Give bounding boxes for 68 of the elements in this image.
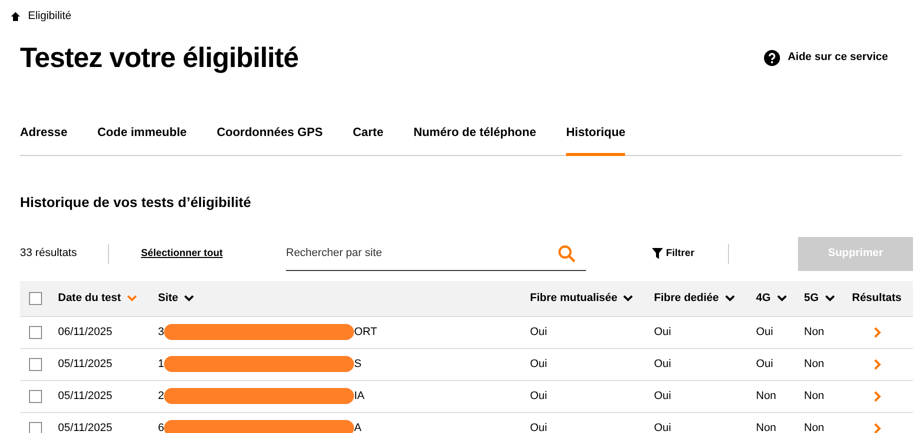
table-cell-text: 05/11/2025 bbox=[58, 388, 114, 404]
checkbox[interactable] bbox=[29, 390, 42, 402]
table-cell-text: 6 bbox=[158, 420, 164, 433]
tab[interactable]: Carte bbox=[352, 122, 384, 156]
search-icon[interactable] bbox=[558, 244, 576, 262]
table-cell-text: S bbox=[354, 356, 362, 372]
chevron-right-icon[interactable] bbox=[874, 358, 881, 370]
column-header[interactable]: 4G bbox=[756, 290, 804, 306]
table-cell-text: 06/11/2025 bbox=[58, 324, 114, 340]
chevron-right-icon[interactable] bbox=[874, 326, 881, 338]
table-cell-text: Oui bbox=[654, 420, 672, 433]
chevron-right-icon[interactable] bbox=[874, 422, 881, 433]
table-cell-text: Oui bbox=[530, 388, 548, 404]
table-cell-text: Oui bbox=[530, 420, 548, 433]
help-icon bbox=[764, 50, 780, 66]
home-icon[interactable] bbox=[11, 12, 20, 21]
checkbox[interactable] bbox=[29, 358, 42, 370]
checkbox[interactable] bbox=[29, 292, 42, 304]
tab[interactable]: Historique bbox=[566, 122, 626, 156]
caret-icon bbox=[824, 294, 835, 302]
table-cell-text: Oui bbox=[530, 356, 548, 372]
column-header[interactable]: 5G bbox=[804, 290, 852, 306]
section-title: Historique de vos tests d’éligibilité bbox=[20, 192, 252, 212]
table-cell-text: 2 bbox=[158, 388, 164, 404]
table-cell-text: 1 bbox=[158, 356, 164, 372]
table-cell-text: Oui bbox=[756, 324, 774, 340]
table-cell-text: Non bbox=[804, 356, 826, 372]
caret-icon bbox=[184, 294, 194, 302]
breadcrumb-link[interactable]: Eligibilité bbox=[28, 8, 72, 24]
column-header[interactable]: Fibre dediée bbox=[654, 290, 756, 306]
caret-icon bbox=[724, 294, 735, 302]
checkbox[interactable] bbox=[29, 326, 42, 338]
table-cell-text: Oui bbox=[654, 324, 672, 340]
table-cell-text: A bbox=[354, 420, 362, 433]
column-header: Résultats bbox=[852, 290, 903, 306]
table-cell-text: ORT bbox=[354, 324, 378, 340]
tab[interactable]: Numéro de téléphone bbox=[413, 122, 536, 156]
caret-icon bbox=[623, 294, 634, 302]
table-cell-text: Non bbox=[804, 388, 826, 404]
filter-button[interactable]: Filtrer bbox=[652, 246, 694, 261]
table-cell-text: Oui bbox=[654, 388, 672, 404]
column-header[interactable]: Date du test bbox=[58, 290, 158, 306]
filter-icon bbox=[652, 248, 663, 259]
table-cell-text: 3 bbox=[158, 324, 164, 340]
table-cell-text: Oui bbox=[756, 356, 774, 372]
table-cell-text: Non bbox=[804, 420, 826, 433]
table-cell-text: Oui bbox=[654, 356, 672, 372]
table-cell-text: Oui bbox=[530, 324, 548, 340]
chevron-right-icon[interactable] bbox=[874, 390, 881, 402]
tab[interactable]: Code immeuble bbox=[97, 122, 187, 156]
column-header[interactable]: Fibre mutualisée bbox=[530, 290, 654, 306]
table-cell-text: 05/11/2025 bbox=[58, 356, 114, 372]
tab[interactable]: Coordonnées GPS bbox=[216, 122, 323, 156]
select-all-link[interactable]: Sélectionner tout bbox=[141, 246, 286, 261]
checkbox[interactable] bbox=[29, 422, 42, 433]
column-header[interactable]: Site bbox=[158, 290, 530, 306]
caret-icon bbox=[776, 294, 787, 302]
caret-icon bbox=[126, 294, 137, 302]
table-cell-text: 05/11/2025 bbox=[58, 420, 114, 433]
tab[interactable]: Adresse bbox=[20, 122, 68, 156]
table-cell-text: IA bbox=[354, 388, 365, 404]
table-cell-text: Non bbox=[804, 324, 826, 340]
page-title: Testez votre éligibilité bbox=[20, 40, 298, 75]
table-cell-text: Non bbox=[756, 388, 778, 404]
search-field[interactable]: Rechercher par site bbox=[286, 236, 586, 270]
result-count: 33 résultats bbox=[20, 246, 78, 262]
table-cell-text: Non bbox=[756, 420, 778, 433]
help-link[interactable]: Aide sur ce service bbox=[764, 49, 888, 66]
